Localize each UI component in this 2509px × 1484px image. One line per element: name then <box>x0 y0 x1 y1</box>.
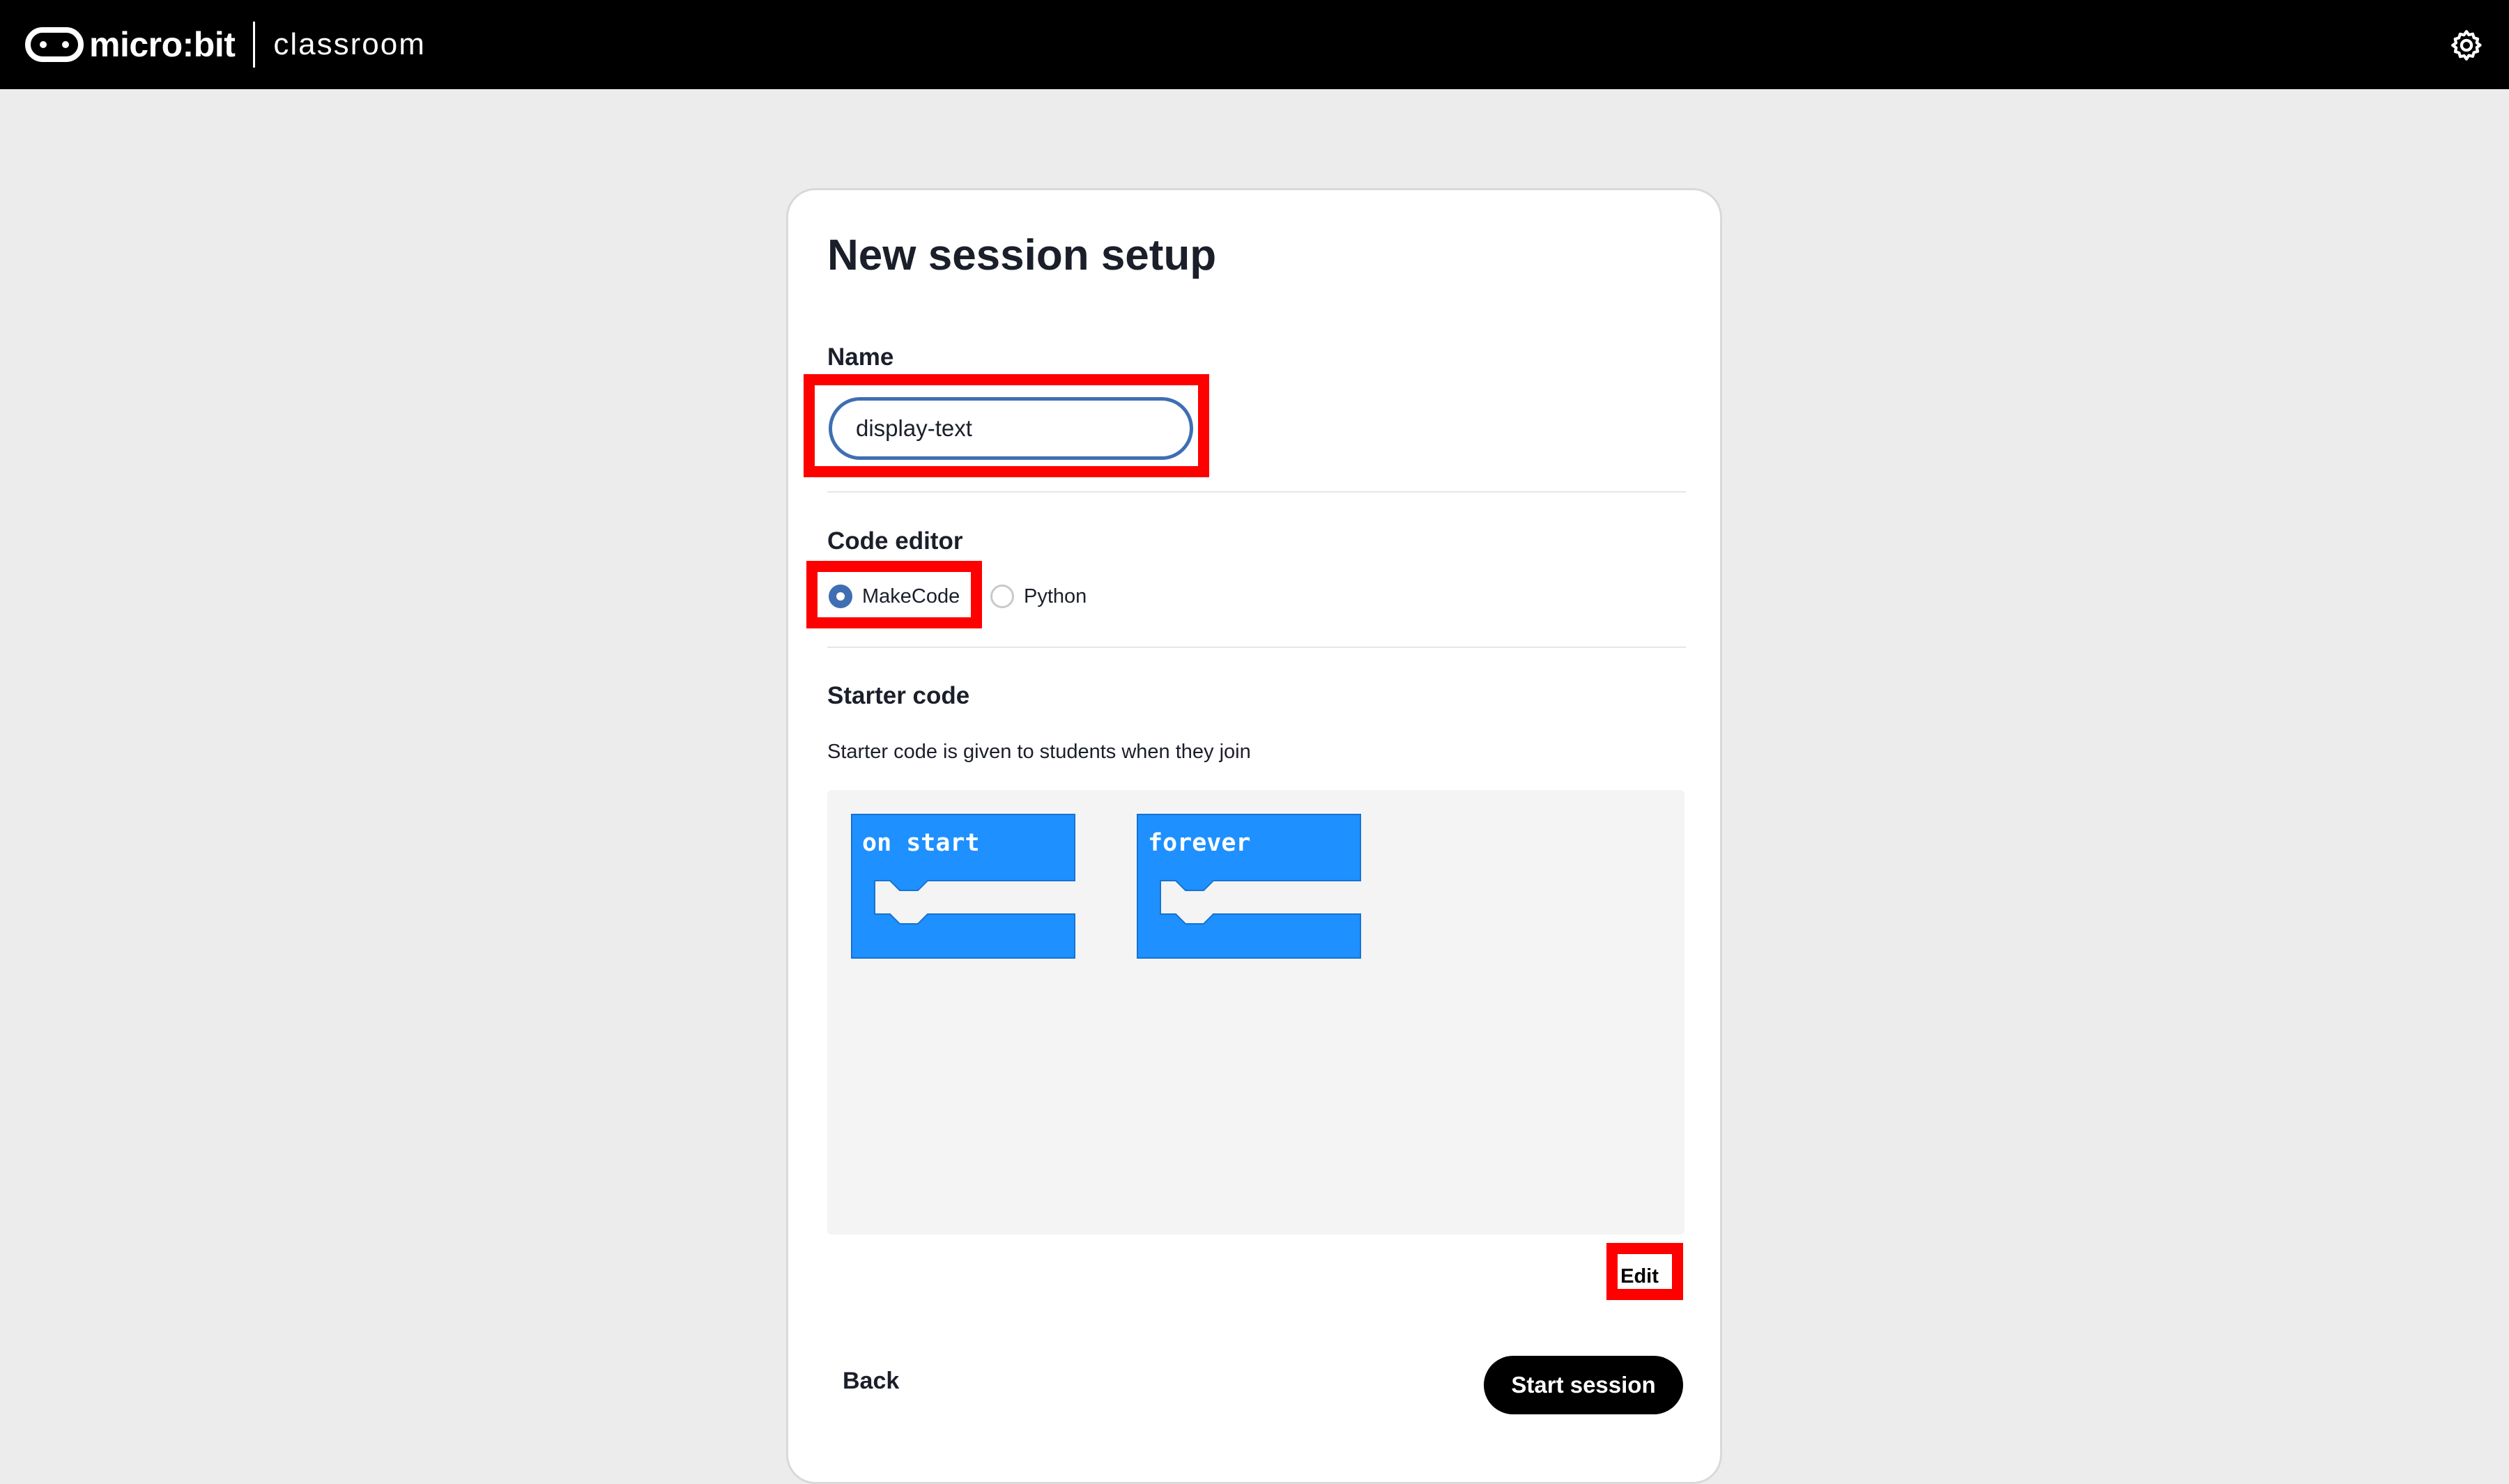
settings-button[interactable] <box>2449 28 2484 63</box>
radio-makecode[interactable]: MakeCode <box>829 585 960 608</box>
name-label: Name <box>827 343 894 371</box>
edit-button[interactable]: Edit <box>1606 1256 1673 1297</box>
brand-divider <box>253 22 256 68</box>
back-button[interactable]: Back <box>843 1368 899 1395</box>
microbit-logo-icon <box>25 27 84 62</box>
radio-label: MakeCode <box>862 585 960 608</box>
top-bar: micro:bit classroom <box>0 0 2509 89</box>
block-label: forever <box>1148 829 1251 857</box>
radio-label: Python <box>1024 585 1087 608</box>
product-name: classroom <box>273 27 426 61</box>
starter-code-helper: Starter code is given to students when t… <box>827 741 1251 763</box>
page-title: New session setup <box>827 231 1217 279</box>
brand-name: micro:bit <box>89 25 236 64</box>
session-setup-card: New session setup Name Code editor MakeC… <box>786 188 1722 1484</box>
code-editor-label: Code editor <box>827 527 963 555</box>
divider <box>827 491 1686 493</box>
divider <box>827 647 1686 648</box>
starter-code-workspace[interactable]: on start forever <box>827 790 1685 1235</box>
start-session-button[interactable]: Start session <box>1484 1356 1683 1414</box>
name-input[interactable] <box>829 397 1193 460</box>
radio-python[interactable]: Python <box>990 585 1087 608</box>
block-forever[interactable]: forever <box>1137 814 1361 959</box>
block-label: on start <box>862 829 980 857</box>
radio-unchecked-icon <box>990 585 1014 608</box>
radio-checked-icon <box>829 585 852 608</box>
block-on-start[interactable]: on start <box>851 814 1075 959</box>
starter-code-label: Starter code <box>827 682 970 709</box>
gear-icon <box>2451 30 2482 61</box>
brand[interactable]: micro:bit classroom <box>25 22 426 68</box>
